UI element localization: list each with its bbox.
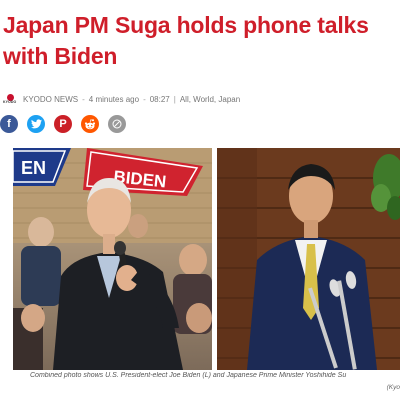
biden-photo: EN BIDEN bbox=[13, 148, 212, 370]
pinterest-glyph: P bbox=[59, 118, 67, 130]
byline-divider: | bbox=[173, 94, 176, 104]
photo-credit: (Kyo bbox=[386, 384, 400, 391]
pinterest-icon[interactable]: P bbox=[54, 115, 72, 133]
news-source[interactable]: KYODO NEWS bbox=[23, 95, 78, 104]
publish-time: 08:27 bbox=[149, 94, 170, 104]
kyodo-logo: KYODO bbox=[3, 94, 19, 104]
facebook-icon[interactable]: f bbox=[0, 115, 18, 133]
suga-photo bbox=[217, 148, 400, 370]
share-bar: f P bbox=[0, 115, 126, 133]
byline-separator: - bbox=[143, 94, 146, 104]
combined-photo: EN BIDEN bbox=[13, 148, 400, 370]
twitter-icon[interactable] bbox=[27, 115, 45, 133]
article-categories[interactable]: All, World, Japan bbox=[180, 95, 240, 104]
kyodo-logo-text: KYODO bbox=[3, 100, 17, 104]
email-icon[interactable] bbox=[108, 115, 126, 133]
twitter-bird-glyph bbox=[30, 119, 42, 129]
reddit-icon[interactable] bbox=[81, 115, 99, 133]
facebook-glyph: f bbox=[7, 118, 11, 130]
byline-separator: - bbox=[82, 94, 85, 104]
article-byline: KYODO KYODO NEWS - 4 minutes ago - 08:27… bbox=[3, 92, 240, 106]
share-slash-glyph bbox=[112, 119, 122, 129]
photo-caption: Combined photo shows U.S. President-elec… bbox=[30, 372, 347, 379]
time-ago: 4 minutes ago bbox=[88, 94, 140, 104]
reddit-alien-glyph bbox=[84, 118, 96, 129]
sign-left-text: EN bbox=[21, 158, 46, 178]
article-headline: Japan PM Suga holds phone talks with Bid… bbox=[3, 12, 369, 69]
